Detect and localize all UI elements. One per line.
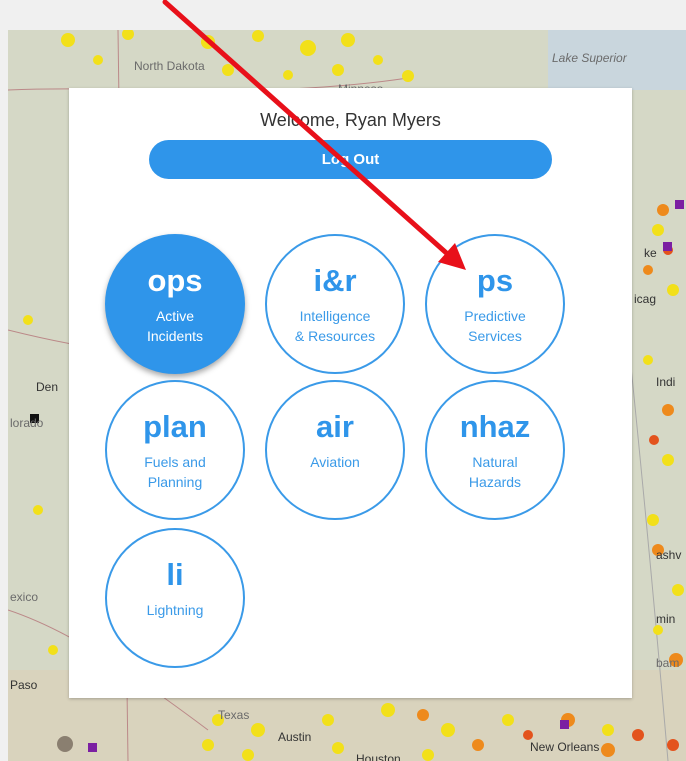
map-label-north-dakota: North Dakota <box>134 59 205 73</box>
tile-label: Active Incidents <box>146 308 204 344</box>
tile-code: ps <box>476 263 514 298</box>
map-label-alabama: bam <box>656 656 680 670</box>
map-label-houston: Houston <box>356 752 401 761</box>
map-label-denver: Den <box>36 380 59 394</box>
tile-lightning[interactable]: li Lightning <box>105 528 245 668</box>
map-label-mexico: exico <box>10 590 39 604</box>
map-label-new-orleans: New Orleans <box>530 740 600 754</box>
map-label-el-paso: Paso <box>10 678 38 692</box>
tile-fuels-planning[interactable]: plan Fuels and Planning <box>105 380 245 520</box>
map-label-birmingham: min <box>656 612 676 626</box>
welcome-message: Welcome, Ryan Myers <box>260 110 441 130</box>
tile-natural-hazards[interactable]: nhaz Natural Hazards <box>425 380 565 520</box>
tile-intelligence-resources[interactable]: i&r Intelligence & Resources <box>265 234 405 374</box>
map-label-texas: Texas <box>218 708 250 722</box>
tile-label: Predictive Services <box>464 308 526 344</box>
map-label-indiana: Indi <box>656 375 676 389</box>
tile-label: Lightning <box>146 602 204 618</box>
tile-code: nhaz <box>459 409 531 444</box>
tile-label: Natural Hazards <box>468 454 522 490</box>
tile-code: i&r <box>313 263 357 298</box>
tile-label: Intelligence & Resources <box>294 308 376 344</box>
map-label-chicago: icag <box>634 292 657 306</box>
map-label-nashville: ashv <box>656 548 682 562</box>
tile-aviation[interactable]: air Aviation <box>265 380 405 520</box>
tile-ops-active-incidents[interactable]: ops Active Incidents <box>105 234 245 374</box>
logout-button[interactable]: Log Out <box>149 140 552 179</box>
tile-label: Fuels and Planning <box>144 454 206 490</box>
tile-predictive-services[interactable]: ps Predictive Services <box>425 234 565 374</box>
tile-code: plan <box>143 409 207 444</box>
map-label-austin: Austin <box>278 730 312 744</box>
map-label-milwaukee: ke <box>644 246 657 260</box>
map-label-lake-superior: Lake Superior <box>552 51 627 65</box>
tile-label: Aviation <box>310 454 360 470</box>
tile-code: li <box>166 557 184 592</box>
map-label-colorado: lorado <box>10 416 44 430</box>
tile-code: ops <box>147 263 203 298</box>
tile-code: air <box>316 409 354 444</box>
